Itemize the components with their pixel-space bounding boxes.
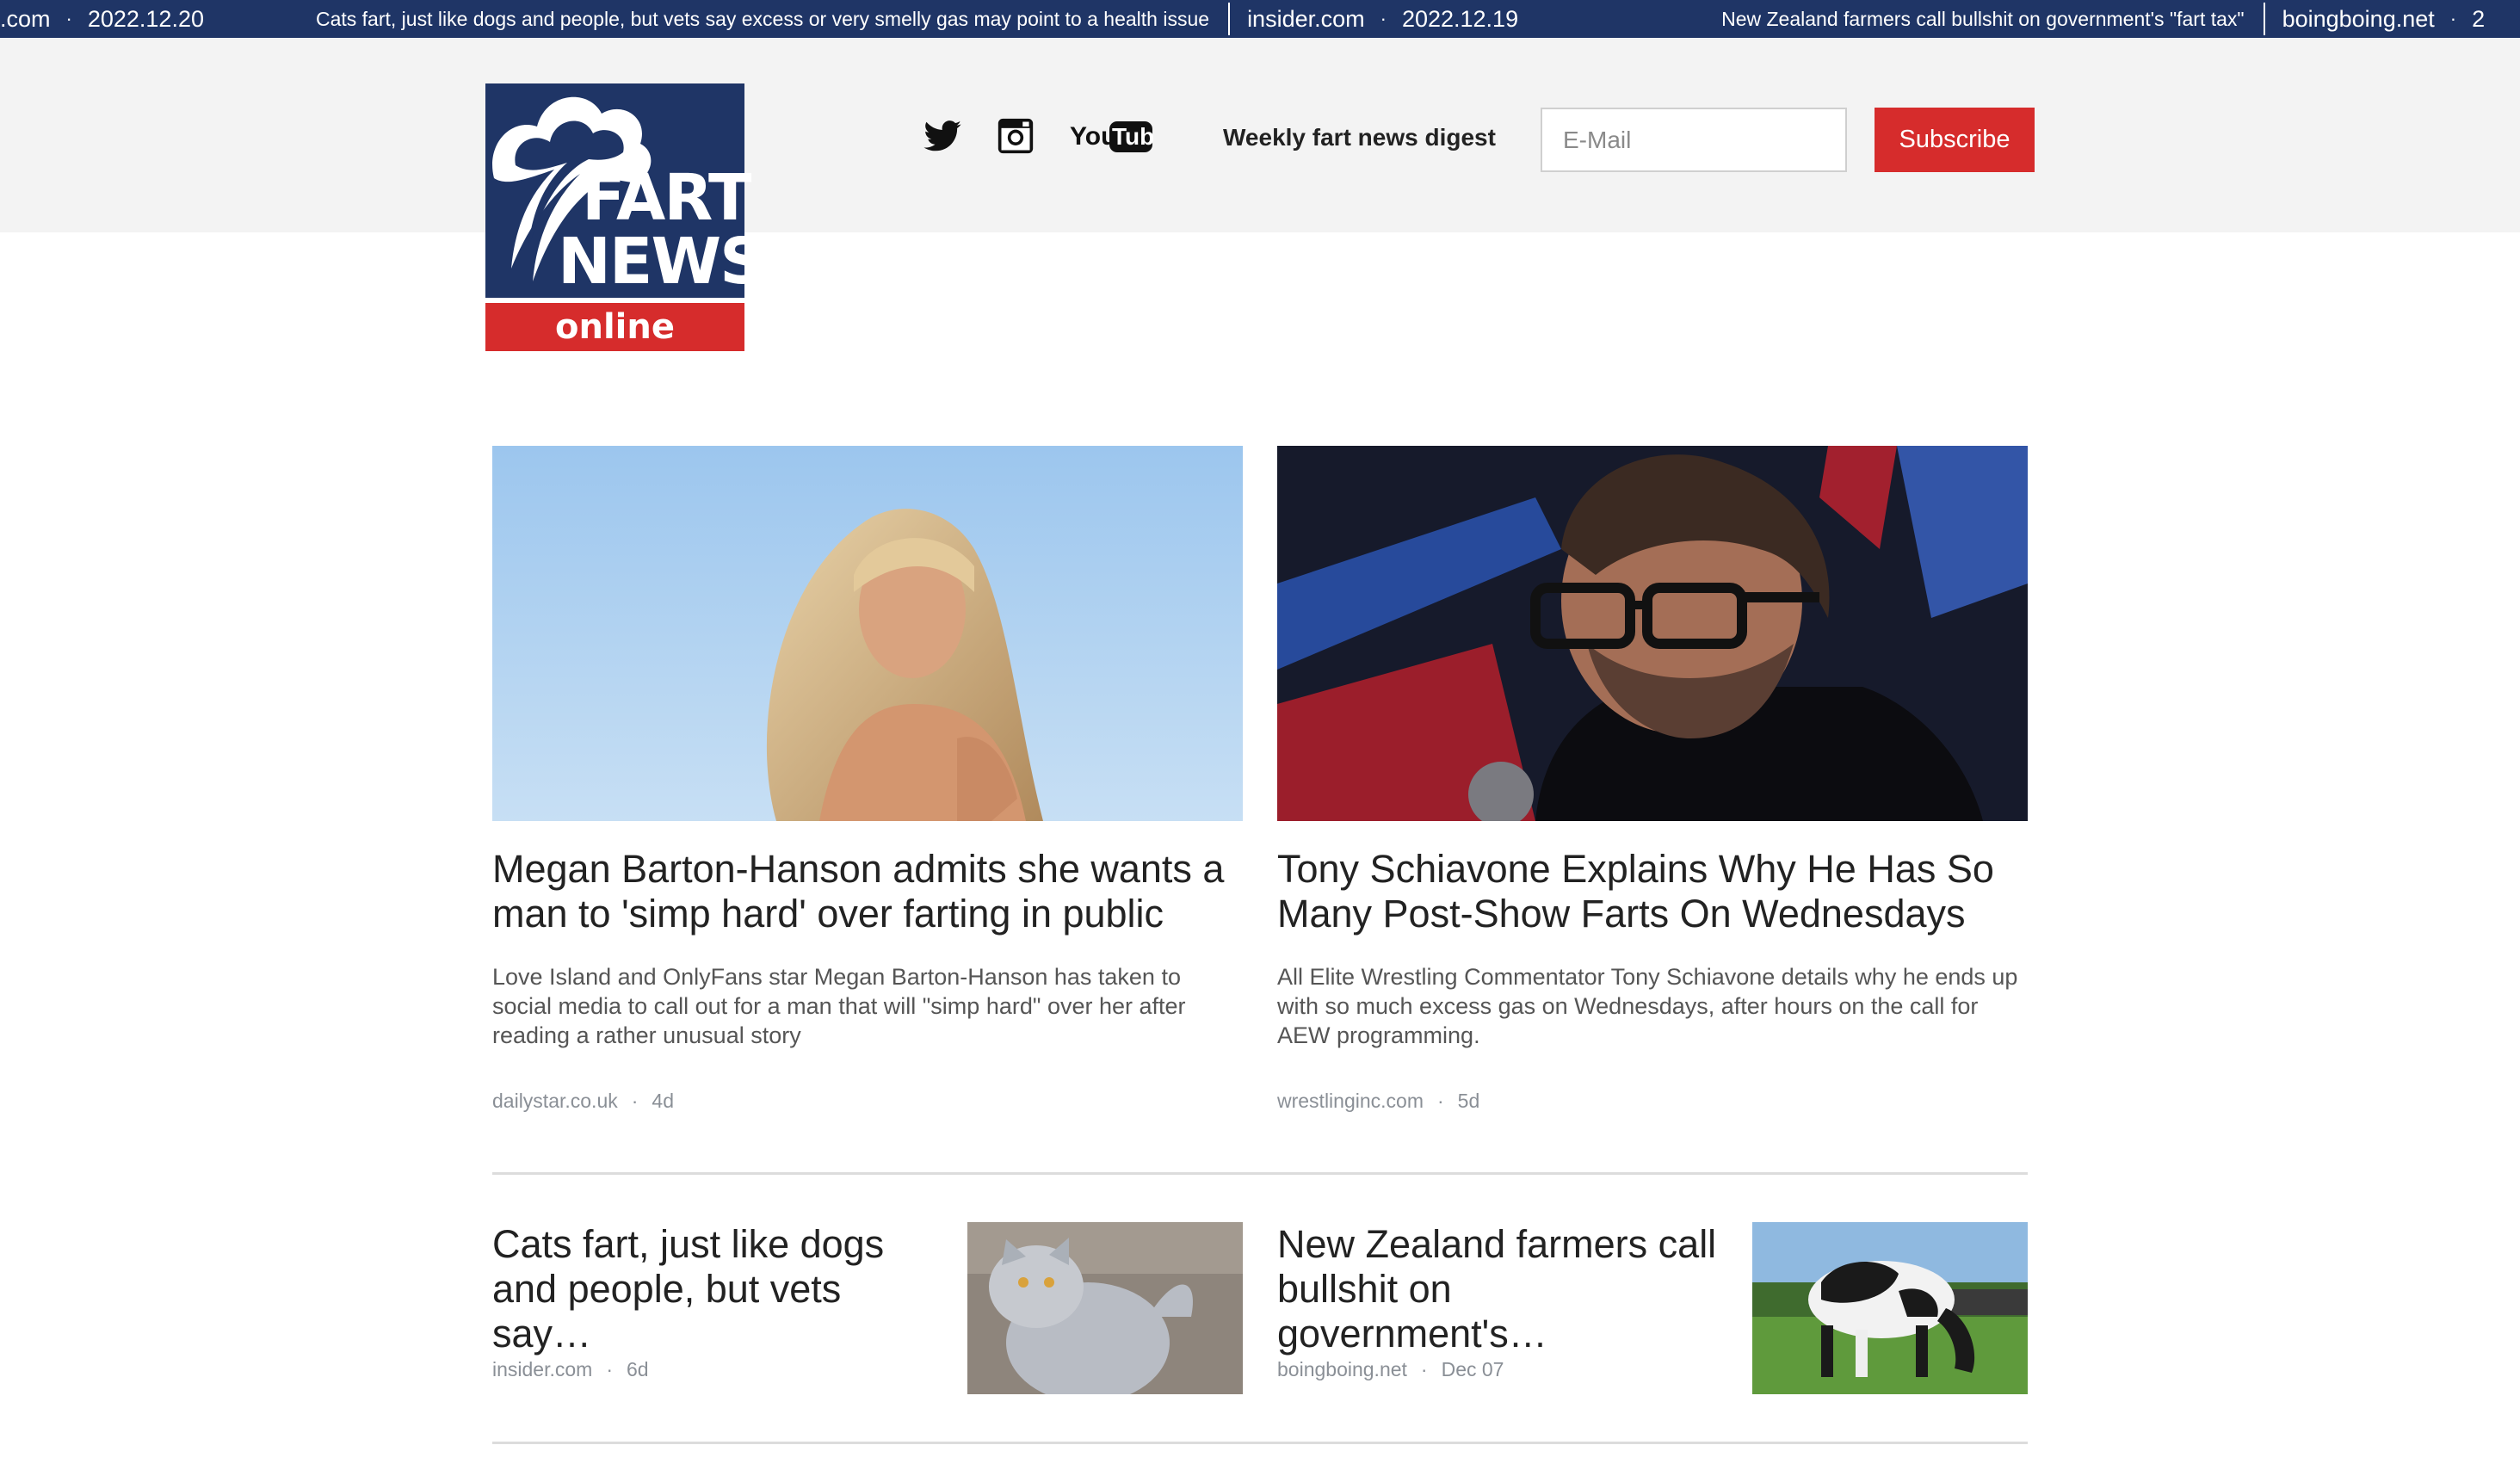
article-thumbnail[interactable] bbox=[1752, 1222, 2028, 1394]
article-age: 5d bbox=[1457, 1090, 1480, 1112]
article-photo-woman bbox=[492, 446, 1243, 821]
cow-photo bbox=[1752, 1222, 2028, 1394]
ticker-date: 2022.12.20 bbox=[87, 5, 204, 32]
ticker-item[interactable]: boingboing.net · 2 bbox=[2282, 0, 2486, 38]
instagram-icon bbox=[998, 118, 1034, 154]
article-summary: All Elite Wrestling Commentator Tony Sch… bbox=[1277, 964, 2018, 1048]
ticker-headline[interactable]: Cats fart, just like dogs and people, bu… bbox=[316, 8, 1209, 31]
article-image[interactable] bbox=[492, 446, 1243, 821]
ticker-item[interactable]: .com · 2022.12.20 Cats fart, just like d… bbox=[0, 0, 1247, 38]
article-list-item[interactable]: Cats fart, just like dogs and people, bu… bbox=[492, 1222, 1243, 1394]
logo-text-online: online bbox=[555, 307, 675, 347]
article-title[interactable]: New Zealand farmers call bullshit on gov… bbox=[1277, 1222, 1725, 1356]
article-source[interactable]: insider.com bbox=[492, 1358, 592, 1381]
article-meta: wrestlinginc.com · 5d bbox=[1277, 1090, 1479, 1113]
featured-article[interactable]: Tony Schiavone Explains Why He Has So Ma… bbox=[1277, 446, 2028, 1112]
ticker-dot: · bbox=[1380, 8, 1387, 29]
section-divider bbox=[492, 1442, 2028, 1444]
ticker-source: .com bbox=[0, 5, 51, 32]
article-title[interactable]: Tony Schiavone Explains Why He Has So Ma… bbox=[1277, 847, 2028, 936]
article-title[interactable]: Cats fart, just like dogs and people, bu… bbox=[492, 1222, 940, 1356]
article-title[interactable]: Megan Barton-Hanson admits she wants a m… bbox=[492, 847, 1243, 936]
instagram-link[interactable] bbox=[997, 117, 1035, 155]
article-source[interactable]: wrestlinginc.com bbox=[1277, 1090, 1424, 1113]
article-source[interactable]: boingboing.net bbox=[1277, 1358, 1407, 1381]
meta-separator: · bbox=[1437, 1090, 1444, 1112]
ticker-dot: · bbox=[2449, 8, 2457, 29]
newsletter-label: Weekly fart news digest bbox=[1223, 124, 1496, 151]
logo-online-bar: online bbox=[485, 303, 744, 351]
ticker-date: 2 bbox=[2472, 5, 2486, 32]
cat-photo bbox=[967, 1222, 1243, 1394]
ticker-track: .com · 2022.12.20 Cats fart, just like d… bbox=[0, 0, 2485, 38]
ticker-separator bbox=[1228, 3, 1231, 35]
email-field[interactable] bbox=[1541, 108, 1847, 172]
logo-mark: FART NEWS bbox=[485, 83, 765, 298]
article-meta: insider.com · 6d bbox=[492, 1358, 649, 1381]
youtube-icon: You Tube bbox=[1070, 121, 1154, 152]
article-source[interactable]: dailystar.co.uk bbox=[492, 1090, 618, 1113]
ticker-date: 2022.12.19 bbox=[1401, 5, 1519, 32]
meta-separator: · bbox=[1420, 1358, 1428, 1380]
ticker-dot: · bbox=[65, 8, 72, 29]
youtube-tube-text: Tube bbox=[1112, 123, 1154, 150]
article-meta: boingboing.net · Dec 07 bbox=[1277, 1358, 1504, 1381]
article-list-item[interactable]: New Zealand farmers call bullshit on gov… bbox=[1277, 1222, 2028, 1394]
youtube-link[interactable]: You Tube bbox=[1068, 117, 1154, 155]
article-summary: Love Island and OnlyFans star Megan Bart… bbox=[492, 964, 1186, 1048]
ticker-headline[interactable]: New Zealand farmers call bullshit on gov… bbox=[1721, 8, 2244, 31]
twitter-link[interactable] bbox=[923, 117, 961, 155]
ticker-item[interactable]: insider.com · 2022.12.19 New Zealand far… bbox=[1247, 0, 2282, 38]
news-ticker: .com · 2022.12.20 Cats fart, just like d… bbox=[0, 0, 2520, 38]
article-image[interactable] bbox=[1277, 446, 2028, 821]
meta-separator: · bbox=[631, 1090, 639, 1112]
article-age: 6d bbox=[627, 1358, 649, 1380]
article-meta: dailystar.co.uk · 4d bbox=[492, 1090, 674, 1113]
article-photo-man bbox=[1277, 446, 2028, 821]
ticker-source: boingboing.net bbox=[2282, 5, 2435, 32]
twitter-icon bbox=[923, 120, 961, 151]
featured-article[interactable]: Megan Barton-Hanson admits she wants a m… bbox=[492, 446, 1243, 1112]
article-age: Dec 07 bbox=[1441, 1358, 1504, 1380]
meta-separator: · bbox=[606, 1358, 613, 1380]
ticker-separator bbox=[2263, 3, 2265, 35]
logo-text-news: NEWS bbox=[558, 225, 765, 299]
subscribe-button[interactable]: Subscribe bbox=[1875, 108, 2035, 172]
logo-text-fart: FART bbox=[582, 161, 751, 235]
article-age: 4d bbox=[652, 1090, 675, 1112]
section-divider bbox=[492, 1172, 2028, 1175]
site-logo[interactable]: FART NEWS online bbox=[485, 83, 765, 351]
article-thumbnail[interactable] bbox=[967, 1222, 1243, 1394]
ticker-source: insider.com bbox=[1247, 5, 1365, 32]
